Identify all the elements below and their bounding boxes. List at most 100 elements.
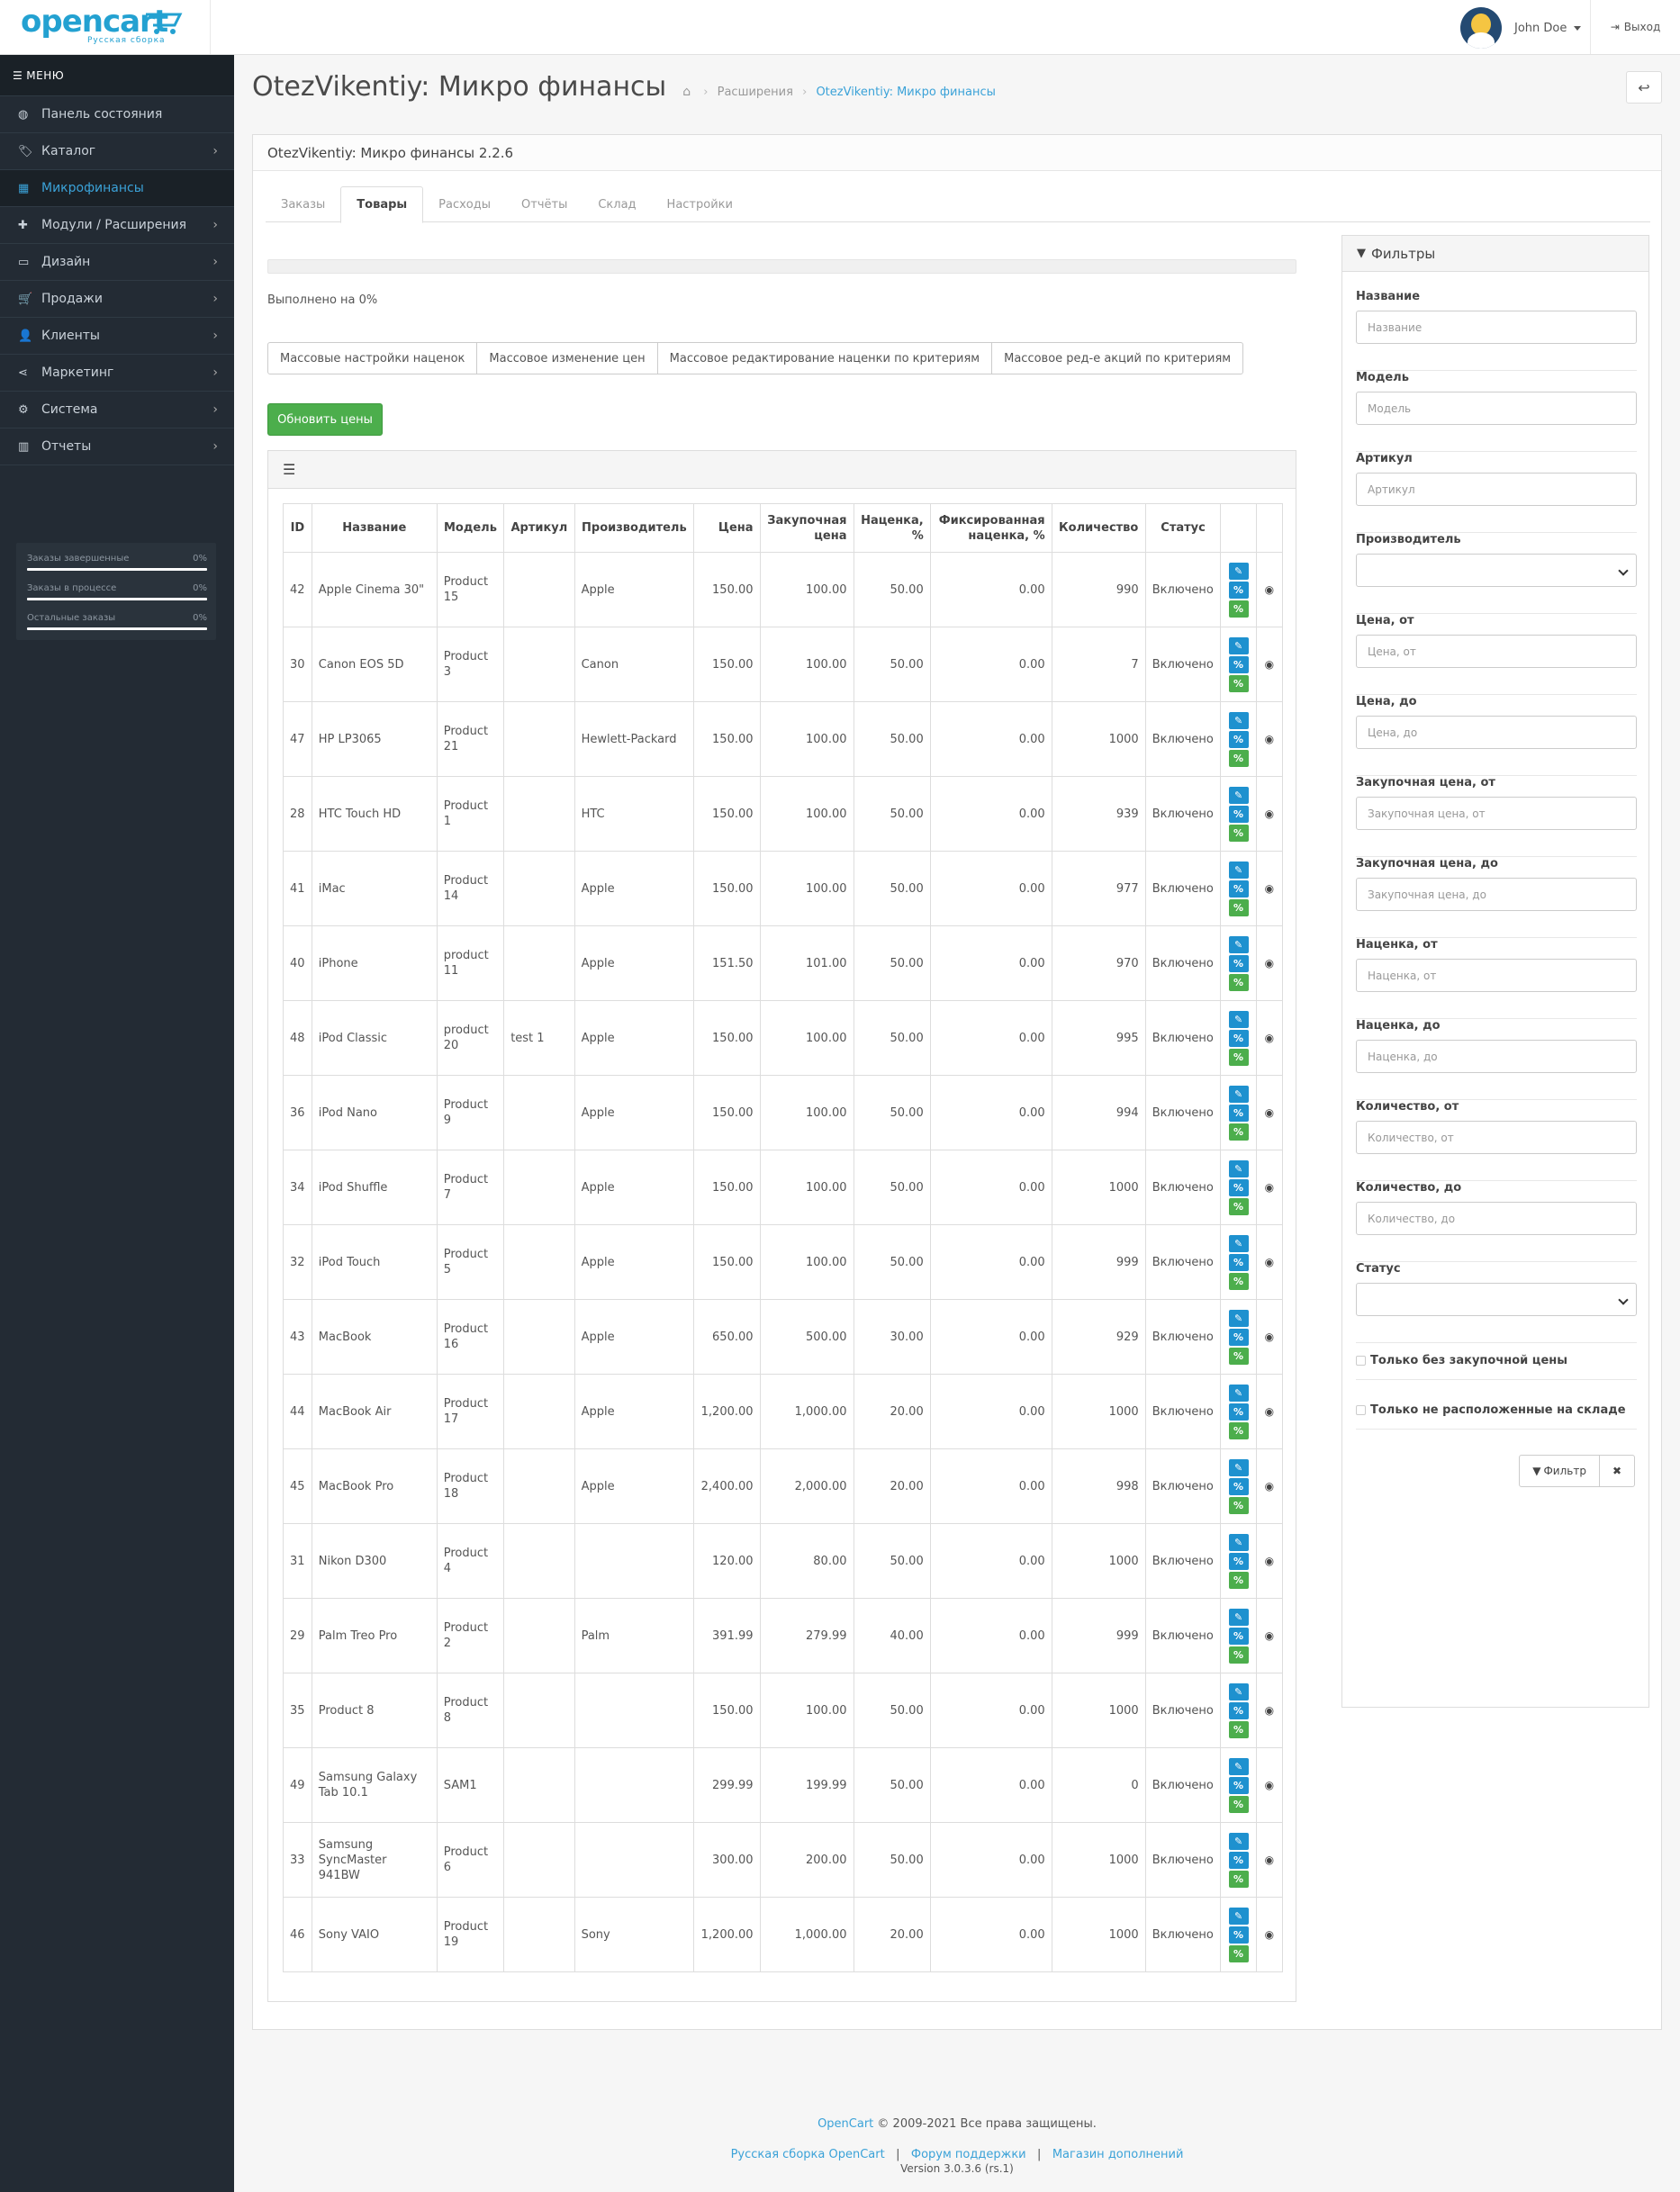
edit-button[interactable]: ✎ [1228, 1085, 1249, 1103]
tab-5[interactable]: Настройки [652, 186, 748, 222]
discount-button[interactable]: % [1228, 749, 1249, 767]
edit-button[interactable]: ✎ [1228, 1757, 1249, 1775]
checkbox-box[interactable] [1356, 1356, 1366, 1366]
opencart-logo[interactable]: opencart Русская сборка [0, 0, 211, 54]
edit-button[interactable]: ✎ [1228, 786, 1249, 804]
discount-button[interactable]: % [1228, 1347, 1249, 1365]
discount-button[interactable]: % [1228, 1123, 1249, 1141]
update-prices-button[interactable]: Обновить цены [267, 403, 383, 436]
filter-select[interactable] [1356, 1283, 1637, 1316]
sidebar-item-2[interactable]: ▦ Микрофинансы [0, 170, 234, 207]
eye-icon[interactable]: ◉ [1265, 957, 1274, 970]
eye-icon[interactable]: ◉ [1265, 807, 1274, 820]
markup-button[interactable]: % [1228, 805, 1249, 823]
markup-button[interactable]: % [1228, 1029, 1249, 1047]
home-icon[interactable]: ⌂ [682, 85, 691, 99]
eye-icon[interactable]: ◉ [1265, 1106, 1274, 1119]
eye-icon[interactable]: ◉ [1265, 882, 1274, 895]
markup-button[interactable]: % [1228, 954, 1249, 972]
checkbox-box[interactable] [1356, 1405, 1366, 1415]
sidebar-item-8[interactable]: ⚙ Система › [0, 392, 234, 428]
eye-icon[interactable]: ◉ [1265, 733, 1274, 745]
filter-button[interactable]: ▼ Фильтр [1519, 1455, 1600, 1487]
sidebar-item-7[interactable]: ⋖ Маркетинг › [0, 355, 234, 392]
column-header[interactable]: Фиксированная наценка, % [929, 503, 1052, 553]
column-header[interactable]: Количество [1051, 503, 1146, 553]
edit-button[interactable]: ✎ [1228, 1010, 1249, 1028]
menu-header[interactable]: ☰ МЕНЮ [0, 55, 234, 96]
mass-action-button[interactable]: Массовые настройки наценок [267, 342, 478, 374]
markup-button[interactable]: % [1228, 655, 1249, 673]
user-menu[interactable]: John Doe [1460, 7, 1582, 49]
edit-button[interactable]: ✎ [1228, 1608, 1249, 1626]
eye-icon[interactable]: ◉ [1265, 658, 1274, 671]
mass-action-button[interactable]: Массовое изменение цен [476, 342, 658, 374]
eye-icon[interactable]: ◉ [1265, 1032, 1274, 1044]
eye-icon[interactable]: ◉ [1265, 1256, 1274, 1268]
discount-button[interactable]: % [1228, 1496, 1249, 1514]
discount-button[interactable]: % [1228, 973, 1249, 991]
column-header[interactable]: Модель [436, 503, 505, 553]
edit-button[interactable]: ✎ [1228, 1159, 1249, 1177]
filter-input[interactable]: Закупочная цена, до [1356, 878, 1637, 911]
markup-button[interactable]: % [1228, 730, 1249, 748]
column-header[interactable]: Наценка, % [853, 503, 931, 553]
markup-button[interactable]: % [1228, 1627, 1249, 1645]
sidebar-item-0[interactable]: ◍ Панель состояния [0, 96, 234, 133]
filter-select[interactable] [1356, 554, 1637, 587]
edit-button[interactable]: ✎ [1228, 1907, 1249, 1925]
sidebar-item-1[interactable]: 🏷 Каталог › [0, 133, 234, 170]
markup-button[interactable]: % [1228, 880, 1249, 898]
footer-link-store[interactable]: Магазин дополнений [1052, 2148, 1184, 2161]
edit-button[interactable]: ✎ [1228, 1533, 1249, 1551]
edit-button[interactable]: ✎ [1228, 562, 1249, 580]
filter-checkbox[interactable]: Только без закупочной цены [1356, 1354, 1567, 1367]
edit-button[interactable]: ✎ [1228, 636, 1249, 654]
footer-link-forum[interactable]: Форум поддержки [911, 2148, 1026, 2161]
eye-icon[interactable]: ◉ [1265, 1704, 1274, 1717]
filter-input[interactable]: Наценка, до [1356, 1040, 1637, 1073]
filter-input[interactable]: Наценка, от [1356, 959, 1637, 992]
column-header[interactable]: Статус [1144, 503, 1222, 553]
edit-button[interactable]: ✎ [1228, 711, 1249, 729]
column-header[interactable]: Закупочная цена [759, 503, 854, 553]
sidebar-item-9[interactable]: ▥ Отчеты › [0, 428, 234, 465]
eye-icon[interactable]: ◉ [1265, 583, 1274, 596]
eye-icon[interactable]: ◉ [1265, 1331, 1274, 1343]
edit-button[interactable]: ✎ [1228, 861, 1249, 879]
column-header[interactable]: Артикул [503, 503, 575, 553]
edit-button[interactable]: ✎ [1228, 1832, 1249, 1850]
eye-icon[interactable]: ◉ [1265, 1629, 1274, 1642]
edit-button[interactable]: ✎ [1228, 1384, 1249, 1402]
markup-button[interactable]: % [1228, 1776, 1249, 1794]
tab-3[interactable]: Отчёты [506, 186, 583, 222]
sidebar-item-4[interactable]: ▭ Дизайн › [0, 244, 234, 281]
discount-button[interactable]: % [1228, 1646, 1249, 1664]
column-header[interactable]: Производитель [574, 503, 695, 553]
discount-button[interactable]: % [1228, 1272, 1249, 1290]
mass-action-button[interactable]: Массовое редактирование наценки по крите… [656, 342, 993, 374]
clear-filter-button[interactable]: ✖ [1598, 1455, 1635, 1487]
edit-button[interactable]: ✎ [1228, 1458, 1249, 1476]
discount-button[interactable]: % [1228, 1571, 1249, 1589]
edit-button[interactable]: ✎ [1228, 1682, 1249, 1700]
sidebar-item-5[interactable]: 🛒 Продажи › [0, 281, 234, 318]
eye-icon[interactable]: ◉ [1265, 1480, 1274, 1493]
discount-button[interactable]: % [1228, 898, 1249, 916]
filter-input[interactable]: Количество, от [1356, 1121, 1637, 1154]
opencart-link[interactable]: OpenCart [817, 2117, 873, 2131]
sidebar-item-3[interactable]: ✚ Модули / Расширения › [0, 207, 234, 244]
markup-button[interactable]: % [1228, 1851, 1249, 1869]
discount-button[interactable]: % [1228, 1795, 1249, 1813]
breadcrumb-extensions[interactable]: Расширения [718, 86, 793, 99]
discount-button[interactable]: % [1228, 674, 1249, 692]
edit-button[interactable]: ✎ [1228, 1309, 1249, 1327]
eye-icon[interactable]: ◉ [1265, 1405, 1274, 1418]
eye-icon[interactable]: ◉ [1265, 1181, 1274, 1194]
eye-icon[interactable]: ◉ [1265, 1779, 1274, 1791]
mass-action-button[interactable]: Массовое ред-е акций по критериям [991, 342, 1244, 374]
tab-4[interactable]: Склад [583, 186, 651, 222]
tab-1[interactable]: Товары [340, 186, 424, 223]
filter-input[interactable]: Закупочная цена, от [1356, 797, 1637, 830]
discount-button[interactable]: % [1228, 1048, 1249, 1066]
